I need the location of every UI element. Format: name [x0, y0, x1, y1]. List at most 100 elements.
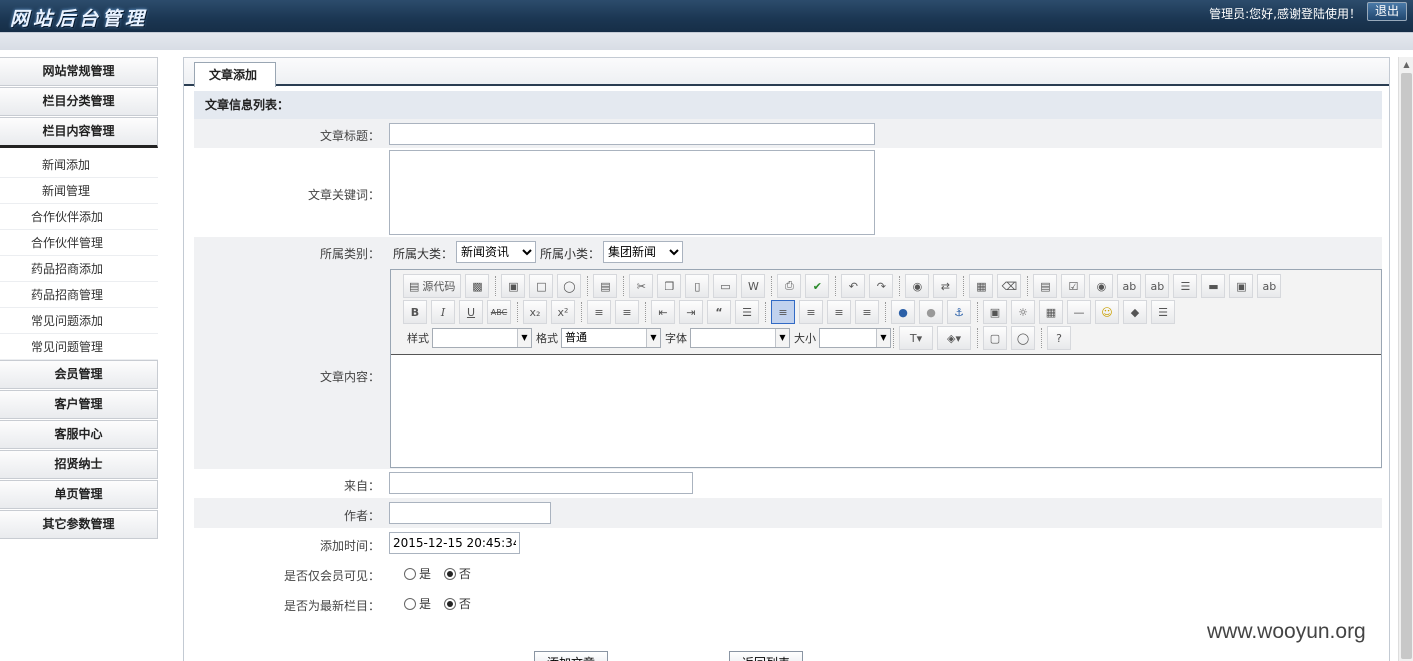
strikethrough-icon[interactable]: ABC — [487, 300, 511, 324]
sidebar-group-content[interactable]: 栏目内容管理 — [0, 117, 158, 148]
sidebar-group-customers[interactable]: 客户管理 — [0, 390, 158, 419]
latest-yes[interactable]: 是 — [404, 597, 431, 611]
indent-icon[interactable]: ⇥ — [679, 300, 703, 324]
horizontal-rule-icon[interactable]: — — [1067, 300, 1091, 324]
bg-color-icon[interactable]: ◈▾ — [937, 326, 971, 350]
maximize-icon[interactable]: ▢ — [983, 326, 1007, 350]
sidebar-group-pages[interactable]: 单页管理 — [0, 480, 158, 509]
align-center-icon[interactable]: ≡ — [799, 300, 823, 324]
author-input[interactable] — [389, 502, 551, 524]
page-break-icon[interactable]: ☰ — [1151, 300, 1175, 324]
outdent-icon[interactable]: ⇤ — [651, 300, 675, 324]
sidebar-item-partner-manage[interactable]: 合作伙伴管理 — [0, 230, 158, 256]
new-page-icon[interactable]: □ — [529, 274, 554, 298]
sidebar-item-news-manage[interactable]: 新闻管理 — [0, 178, 158, 204]
source-input[interactable] — [389, 472, 693, 494]
sidebar-group-other[interactable]: 其它参数管理 — [0, 510, 158, 539]
hidden-field-icon[interactable]: ab — [1257, 274, 1282, 298]
title-input[interactable] — [389, 123, 875, 145]
font-combo[interactable]: ▼ — [690, 328, 790, 348]
paste-icon[interactable]: ▯ — [685, 274, 710, 298]
bold-icon[interactable]: B — [403, 300, 427, 324]
ordered-list-icon[interactable]: ≡ — [587, 300, 611, 324]
cut-icon[interactable]: ✂ — [629, 274, 654, 298]
sidebar-group-category[interactable]: 栏目分类管理 — [0, 87, 158, 116]
italic-icon[interactable]: I — [431, 300, 455, 324]
size-combo[interactable]: ▼ — [819, 328, 891, 348]
div-container-icon[interactable]: ☰ — [735, 300, 759, 324]
align-left-icon[interactable]: ≡ — [771, 300, 795, 324]
show-blocks-icon[interactable]: ◯ — [1011, 326, 1035, 350]
sidebar-group-members[interactable]: 会员管理 — [0, 360, 158, 389]
image-button-icon[interactable]: ▣ — [1229, 274, 1254, 298]
checkbox-icon[interactable]: ☑ — [1061, 274, 1086, 298]
save-icon[interactable]: ▩ — [465, 274, 490, 298]
subscript-icon[interactable]: x₂ — [523, 300, 547, 324]
table-icon[interactable]: ▦ — [1039, 300, 1063, 324]
eraser-icon[interactable]: ⌫ — [997, 274, 1022, 298]
back-to-list-button[interactable]: 返回列表 — [729, 651, 803, 661]
save-disk-icon[interactable]: ▣ — [501, 274, 526, 298]
sidebar-item-faq-add[interactable]: 常见问题添加 — [0, 308, 158, 334]
paste-text-icon[interactable]: ▭ — [713, 274, 738, 298]
latest-no[interactable]: 否 — [443, 597, 471, 611]
minor-category-select[interactable]: 集团新闻 — [603, 241, 683, 263]
help-icon[interactable]: ? — [1047, 326, 1071, 350]
unlink-icon[interactable]: ● — [919, 300, 943, 324]
image-icon[interactable]: ▣ — [983, 300, 1007, 324]
radio-icon[interactable]: ◉ — [1089, 274, 1114, 298]
source-code-button[interactable]: ▤ 源代码 — [403, 274, 462, 298]
sidebar-item-news-add[interactable]: 新闻添加 — [0, 152, 158, 178]
scroll-up-icon[interactable]: ▲ — [1399, 57, 1413, 72]
flash-icon[interactable]: ☼ — [1011, 300, 1035, 324]
sidebar-group-site-settings[interactable]: 网站常规管理 — [0, 57, 158, 86]
sidebar-item-drug-manage[interactable]: 药品招商管理 — [0, 282, 158, 308]
submit-article-button[interactable]: 添加文章 — [534, 651, 608, 661]
special-char-icon[interactable]: ◆ — [1123, 300, 1147, 324]
replace-icon[interactable]: ⇄ — [933, 274, 958, 298]
redo-icon[interactable]: ↷ — [869, 274, 894, 298]
underline-icon[interactable]: U — [459, 300, 483, 324]
sidebar-group-recruit[interactable]: 招贤纳士 — [0, 450, 158, 479]
logout-button[interactable]: 退出 — [1367, 2, 1407, 21]
sidebar-group-service[interactable]: 客服中心 — [0, 420, 158, 449]
paste-word-icon[interactable]: W — [741, 274, 766, 298]
button-field-icon[interactable]: ▬ — [1201, 274, 1226, 298]
align-right-icon[interactable]: ≡ — [827, 300, 851, 324]
sidebar-item-drug-add[interactable]: 药品招商添加 — [0, 256, 158, 282]
time-input[interactable] — [389, 532, 520, 554]
tab-article-add[interactable]: 文章添加 — [194, 62, 277, 87]
member-only-yes[interactable]: 是 — [404, 567, 431, 581]
keywords-textarea[interactable] — [389, 150, 875, 235]
superscript-icon[interactable]: x² — [551, 300, 575, 324]
textarea-icon[interactable]: ab — [1145, 274, 1170, 298]
scroll-thumb[interactable] — [1401, 73, 1412, 659]
unordered-list-icon[interactable]: ≡ — [615, 300, 639, 324]
select-all-icon[interactable]: ▦ — [969, 274, 994, 298]
text-color-icon[interactable]: T▾ — [899, 326, 933, 350]
spellcheck-icon[interactable]: ✔ — [805, 274, 830, 298]
select-field-icon[interactable]: ☰ — [1173, 274, 1198, 298]
blockquote-icon[interactable]: “ — [707, 300, 731, 324]
sidebar-item-faq-manage[interactable]: 常见问题管理 — [0, 334, 158, 360]
undo-icon[interactable]: ↶ — [841, 274, 866, 298]
editor-content-area[interactable] — [391, 354, 1381, 467]
member-only-no[interactable]: 否 — [443, 567, 471, 581]
form-icon[interactable]: ▤ — [1033, 274, 1058, 298]
format-combo[interactable]: 普通 ▼ — [561, 328, 661, 348]
align-justify-icon[interactable]: ≡ — [855, 300, 879, 324]
preview-icon[interactable]: ◯ — [557, 274, 582, 298]
style-combo[interactable]: ▼ — [432, 328, 532, 348]
link-icon[interactable]: ● — [891, 300, 915, 324]
page-scrollbar[interactable]: ▲ — [1398, 57, 1413, 661]
copy-icon[interactable]: ❐ — [657, 274, 682, 298]
major-category-select[interactable]: 新闻资讯 — [456, 241, 536, 263]
textfield-icon[interactable]: ab — [1117, 274, 1142, 298]
sidebar-item-partner-add[interactable]: 合作伙伴添加 — [0, 204, 158, 230]
row-source: 来自： — [194, 468, 1382, 498]
find-icon[interactable]: ◉ — [905, 274, 930, 298]
print-icon[interactable]: ⎙ — [777, 274, 802, 298]
template-icon[interactable]: ▤ — [593, 274, 618, 298]
smiley-icon[interactable]: ☺ — [1095, 300, 1119, 324]
anchor-icon[interactable]: ⚓ — [947, 300, 971, 324]
